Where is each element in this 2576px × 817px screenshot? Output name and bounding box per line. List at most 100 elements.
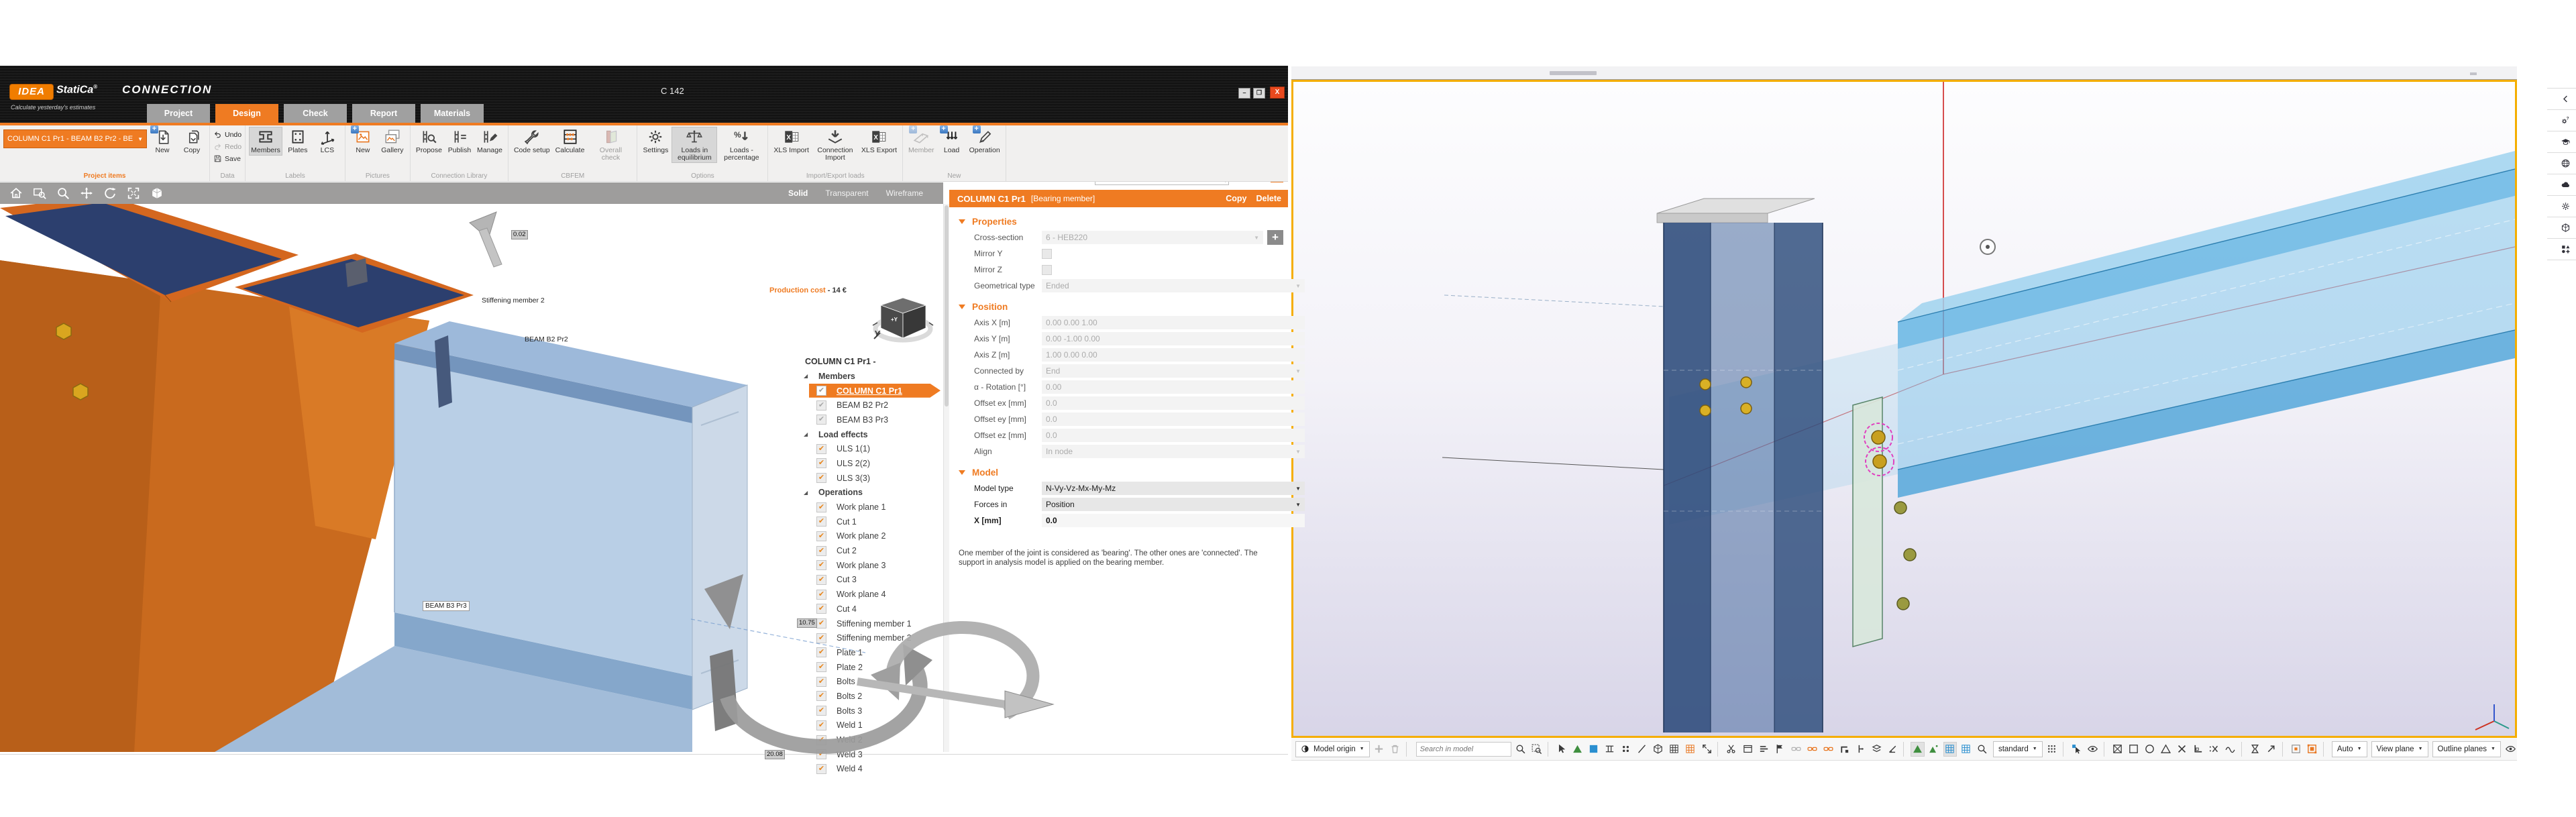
checkbox-checked[interactable]: ✔ xyxy=(816,604,826,614)
workplane-icon[interactable] xyxy=(1603,742,1617,757)
tree-item-weld-4[interactable]: ✔Weld 4 xyxy=(769,762,943,777)
list-icon[interactable] xyxy=(1757,742,1770,757)
expander-icon[interactable]: ◢ xyxy=(804,431,808,437)
web-globe-icon[interactable] xyxy=(2547,152,2576,174)
xls-export-button[interactable]: XLS Export xyxy=(859,127,899,156)
window-icon[interactable] xyxy=(1741,742,1754,757)
collapse-chevron-icon[interactable] xyxy=(2547,88,2576,109)
model-type-select[interactable]: N-Vy-Vz-Mx-My-Mz▼ xyxy=(1042,482,1305,495)
plates-labels-toggle[interactable]: Plates xyxy=(284,127,312,156)
tree-item-beam-b3[interactable]: ✔BEAM B3 Pr3 xyxy=(769,413,943,427)
new-member-button[interactable]: + Member xyxy=(906,127,936,156)
tree-item-plate-2[interactable]: ✔Plate 2 xyxy=(769,660,943,675)
mode-transparent[interactable]: Transparent xyxy=(825,188,868,198)
checkbox-checked[interactable]: ✔ xyxy=(816,415,826,425)
search-area-icon[interactable] xyxy=(1530,742,1544,757)
corner-l-icon[interactable] xyxy=(2192,742,2205,757)
section-properties[interactable]: Properties xyxy=(959,217,1288,227)
collapse-triangle-icon[interactable] xyxy=(959,470,965,475)
orange-square-icon[interactable] xyxy=(2290,742,2303,757)
save-button[interactable]: Save xyxy=(213,153,241,164)
cut-icon[interactable] xyxy=(1725,742,1738,757)
checkbox-checked[interactable]: ✔ xyxy=(816,662,826,672)
settings-button[interactable]: Settings xyxy=(641,127,670,156)
tree-item-beam-b2[interactable]: ✔BEAM B2 Pr2 xyxy=(769,398,943,413)
line-icon[interactable] xyxy=(1635,742,1649,757)
gallery-button[interactable]: Gallery xyxy=(378,127,407,156)
angle-icon[interactable] xyxy=(1886,742,1899,757)
tree-item-cut-2[interactable]: ✔Cut 2 xyxy=(769,543,943,558)
plate-select-icon[interactable] xyxy=(1587,742,1601,757)
checkbox-checked[interactable]: ✔ xyxy=(816,590,826,600)
axis-y-field[interactable]: 0.00 -1.00 0.00 xyxy=(1042,332,1305,345)
tree-item-cut-1[interactable]: ✔Cut 1 xyxy=(769,514,943,529)
loads-in-equilibrium-toggle[interactable]: Loads in equilibrium xyxy=(672,127,717,163)
connected-by-select[interactable]: End▼ xyxy=(1042,364,1305,378)
checkbox-checked[interactable]: ✔ xyxy=(816,764,826,774)
tree-item-weld-3[interactable]: ✔Weld 3 xyxy=(769,747,943,762)
solid-view-icon[interactable] xyxy=(150,186,164,201)
home-icon[interactable] xyxy=(9,186,23,201)
offset-ez-field[interactable]: 0.0 xyxy=(1042,429,1305,442)
checkbox-checked[interactable]: ✔ xyxy=(816,473,826,483)
tree-item-bolts-3[interactable]: ✔Bolts 3 xyxy=(769,704,943,718)
redo-button[interactable]: Redo xyxy=(213,141,241,152)
section-model[interactable]: Model xyxy=(959,468,1288,478)
select-square-icon[interactable] xyxy=(2127,742,2141,757)
add-button[interactable] xyxy=(1373,742,1386,757)
expander-icon[interactable]: ◢ xyxy=(804,490,808,496)
members-labels-toggle[interactable]: Members xyxy=(249,127,282,156)
zoom-window-icon[interactable] xyxy=(32,186,47,201)
tree-item-column-c1[interactable]: ✔COLUMN C1 Pr1 xyxy=(769,384,943,398)
settings-gear-icon[interactable] xyxy=(2547,195,2576,217)
axis-z-field[interactable]: 1.00 0.00 0.00 xyxy=(1042,348,1305,362)
checkbox-checked[interactable]: ✔ xyxy=(816,691,826,701)
mode-wireframe[interactable]: Wireframe xyxy=(886,188,923,198)
checkbox-checked[interactable]: ✔ xyxy=(816,546,826,556)
tree-item-work-plane-3[interactable]: ✔Work plane 3 xyxy=(769,558,943,573)
support-gear-icon[interactable] xyxy=(2547,109,2576,131)
select-triangle-icon[interactable] xyxy=(2159,742,2173,757)
tree-item-stiffening-member-2[interactable]: ✔Stiffening member 2 xyxy=(769,631,943,645)
checkbox-checked[interactable]: ✔ xyxy=(816,386,826,396)
tree-item-work-plane-4[interactable]: ✔Work plane 4 xyxy=(769,587,943,602)
axis-x-field[interactable]: 0.00 0.00 1.00 xyxy=(1042,316,1305,329)
corner-icon[interactable] xyxy=(1837,742,1851,757)
project-item-dropdown[interactable]: COLUMN C1 Pr1 - BEAM B2 Pr2 - BE ▼ xyxy=(3,129,147,148)
cloud-icon[interactable] xyxy=(2547,174,2576,195)
tree-item-weld-2[interactable]: ✔Weld 2 xyxy=(769,732,943,747)
propose-button[interactable]: Propose xyxy=(414,127,444,156)
align-select[interactable]: In node▼ xyxy=(1042,445,1305,458)
checkbox-checked[interactable]: ✔ xyxy=(816,749,826,759)
checkbox-checked[interactable]: ✔ xyxy=(816,531,826,541)
checkbox-checked[interactable]: ✔ xyxy=(816,720,826,730)
rotation-field[interactable]: 0.00 xyxy=(1042,380,1305,394)
minimize-button[interactable]: – xyxy=(1238,88,1250,99)
tree-category-operations[interactable]: ◢Operations xyxy=(769,486,943,500)
tree-item-work-plane-2[interactable]: ✔Work plane 2 xyxy=(769,529,943,544)
pattern-icon[interactable] xyxy=(2045,742,2059,757)
view-plane-dropdown[interactable]: View plane▼ xyxy=(2371,741,2428,757)
add-cross-section-button[interactable]: + xyxy=(1267,230,1283,245)
forces-in-select[interactable]: Position▼ xyxy=(1042,498,1305,511)
trash-icon[interactable] xyxy=(1389,742,1402,757)
flag-icon[interactable] xyxy=(1773,742,1786,757)
orange-square-selected-icon[interactable] xyxy=(2306,742,2319,757)
collapse-triangle-icon[interactable] xyxy=(959,305,965,309)
joint-orange-icon[interactable] xyxy=(1805,742,1819,757)
checkbox-checked[interactable]: ✔ xyxy=(816,444,826,454)
undo-button[interactable]: Undo xyxy=(213,129,241,140)
tree-item-plate-1[interactable]: ✔Plate 1 xyxy=(769,645,943,660)
hourglass-icon[interactable] xyxy=(2249,742,2262,757)
tab-check[interactable]: Check xyxy=(284,104,347,123)
arrow-ne-icon[interactable] xyxy=(2265,742,2278,757)
loads-percentage-button[interactable]: Loads - percentage xyxy=(718,127,764,163)
navigation-cube[interactable] xyxy=(872,292,934,347)
tree-item-work-plane-1[interactable]: ✔Work plane 1 xyxy=(769,500,943,514)
points-icon[interactable] xyxy=(1619,742,1633,757)
zoom-icon[interactable] xyxy=(56,186,70,201)
maximize-button[interactable]: ❐ xyxy=(1253,88,1265,99)
select-cursor-icon[interactable] xyxy=(2070,742,2084,757)
member-select-icon[interactable] xyxy=(1571,742,1585,757)
checkbox-checked[interactable]: ✔ xyxy=(816,400,826,411)
